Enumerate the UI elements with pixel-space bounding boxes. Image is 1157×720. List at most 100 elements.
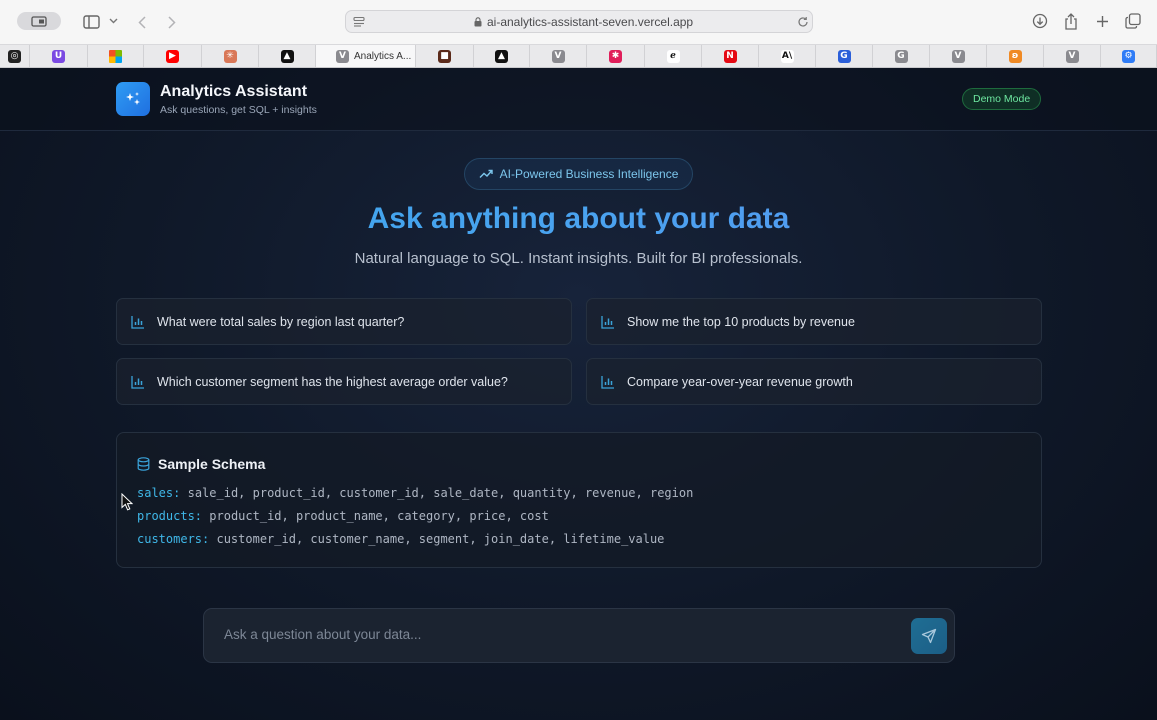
bar-chart-icon: [131, 315, 144, 329]
schema-table-name: sales:: [137, 486, 181, 500]
microsoft-icon: [109, 49, 122, 63]
browser-tab[interactable]: ✳: [202, 45, 259, 67]
suggested-question-1[interactable]: What were total sales by region last qua…: [116, 298, 572, 345]
suggested-question-4[interactable]: Compare year-over-year revenue growth: [586, 358, 1042, 405]
anthropic-icon: A\: [780, 49, 794, 63]
sample-schema-panel: Sample Schema sales: sale_id, product_id…: [116, 432, 1042, 568]
chevron-left-icon: [138, 15, 146, 29]
slack-icon: ✱: [609, 49, 622, 63]
browser-tab[interactable]: V: [1044, 45, 1101, 67]
sidebar-icon: [31, 15, 47, 27]
share-icon: [1065, 12, 1077, 30]
trending-up-icon: [479, 169, 493, 178]
app-title: Analytics Assistant: [160, 83, 308, 100]
app-icon: ■: [438, 49, 451, 63]
schema-columns: sale_id, product_id, customer_id, sale_d…: [187, 486, 694, 500]
suggested-question-2[interactable]: Show me the top 10 products by revenue: [586, 298, 1042, 345]
hero-subtitle: Natural language to SQL. Instant insight…: [354, 250, 803, 267]
hero-pill: AI-Powered Business Intelligence: [464, 158, 693, 190]
browser-tab[interactable]: ■: [416, 45, 474, 67]
browser-tab[interactable]: ⚙: [1101, 45, 1157, 67]
browser-tab[interactable]: ◎: [0, 45, 30, 67]
v-icon: V: [1065, 49, 1079, 63]
browser-tab[interactable]: G: [873, 45, 930, 67]
schema-row-products: products: product_id, product_name, cate…: [137, 509, 549, 523]
schema-table-name: products:: [137, 509, 203, 523]
hero-pill-label: AI-Powered Business Intelligence: [499, 167, 679, 181]
browser-toolbar: ai-analytics-assistant-seven.vercel.app: [0, 0, 1157, 44]
bar-chart-icon: [601, 315, 614, 329]
chat-composer: [203, 608, 955, 663]
v-icon: V: [951, 49, 965, 63]
suggested-question-label: What were total sales by region last qua…: [157, 314, 405, 329]
tab-overview-button[interactable]: [80, 12, 102, 32]
mouse-cursor-icon: [121, 493, 133, 511]
g-icon: G: [837, 49, 851, 63]
question-input[interactable]: [224, 627, 904, 642]
chevron-right-icon: [168, 15, 176, 29]
schema-columns: product_id, product_name, category, pric…: [209, 509, 549, 523]
download-icon: [1032, 13, 1048, 29]
browser-tab[interactable]: ʚ: [987, 45, 1044, 67]
suggested-question-label: Show me the top 10 products by revenue: [627, 314, 855, 329]
browser-tab[interactable]: ▶: [144, 45, 202, 67]
address-url: ai-analytics-assistant-seven.vercel.app: [487, 15, 694, 29]
lock-icon: [474, 17, 482, 27]
app-subtitle: Ask questions, get SQL + insights: [160, 104, 317, 116]
bar-chart-icon: [601, 375, 614, 389]
browser-tab-active[interactable]: V Analytics A...: [316, 45, 416, 67]
browser-tab[interactable]: ℯ: [645, 45, 702, 67]
forward-button[interactable]: [164, 12, 180, 32]
tabs-icon: [1125, 13, 1141, 29]
sidebar-toggle-button[interactable]: [17, 12, 61, 30]
chevron-down-icon: [109, 18, 117, 24]
v-icon: V: [336, 49, 349, 63]
sidebar-panel-icon: [82, 15, 100, 29]
schema-row-customers: customers: customer_id, customer_name, s…: [137, 532, 664, 546]
triangle-icon: ▲: [495, 49, 508, 63]
v-icon: V: [551, 49, 565, 63]
active-tab-title: Analytics A...: [354, 50, 412, 62]
browser-tab[interactable]: A\: [759, 45, 816, 67]
app-root: Analytics Assistant Ask questions, get S…: [0, 68, 1157, 720]
bar-chart-icon: [131, 375, 144, 389]
schema-table-name: customers:: [137, 532, 210, 546]
e-icon: ℯ: [666, 49, 680, 63]
tab-overview-grid-button[interactable]: [1124, 12, 1142, 30]
schema-header: Sample Schema: [137, 456, 265, 472]
reload-icon[interactable]: [797, 16, 809, 28]
page-menu-icon[interactable]: [353, 16, 365, 28]
address-bar[interactable]: ai-analytics-assistant-seven.vercel.app: [345, 10, 813, 33]
netflix-icon: N: [723, 49, 737, 63]
demo-mode-badge: Demo Mode: [962, 88, 1042, 110]
back-button[interactable]: [134, 12, 150, 32]
tab-group-menu[interactable]: [106, 14, 120, 28]
schema-title: Sample Schema: [158, 456, 266, 472]
browser-tab[interactable]: G: [816, 45, 873, 67]
send-button[interactable]: [911, 618, 947, 654]
triangle-icon: ▲: [280, 49, 294, 63]
browser-tab[interactable]: [88, 45, 144, 67]
share-button[interactable]: [1062, 11, 1080, 31]
browser-tab[interactable]: ▲: [259, 45, 316, 67]
browser-tab[interactable]: ✱: [587, 45, 645, 67]
browser-tab[interactable]: V: [530, 45, 587, 67]
suggested-question-3[interactable]: Which customer segment has the highest a…: [116, 358, 572, 405]
claude-icon: ✳: [223, 49, 237, 63]
new-tab-button[interactable]: [1093, 12, 1111, 30]
proton-icon: U: [52, 49, 65, 63]
sparkles-icon: [126, 92, 140, 105]
tab-strip: ◎ U ▶ ✳ ▲ V Analytics A... ■ ▲ V ✱ ℯ N A\ G G Vʚ V ⚙: [0, 44, 1157, 68]
browser-tab[interactable]: V: [930, 45, 987, 67]
orange-icon: ʚ: [1008, 49, 1022, 63]
downloads-button[interactable]: [1031, 12, 1049, 30]
browser-tab[interactable]: ▲: [474, 45, 530, 67]
plus-icon: [1096, 15, 1108, 27]
browser-tab[interactable]: N: [702, 45, 759, 67]
youtube-icon: ▶: [166, 49, 179, 63]
settings-icon: ⚙: [1122, 49, 1135, 63]
app-header: Analytics Assistant Ask questions, get S…: [0, 68, 1157, 131]
browser-tab[interactable]: U: [30, 45, 88, 67]
schema-row-sales: sales: sale_id, product_id, customer_id,…: [137, 486, 693, 500]
hero-title: Ask anything about your data: [0, 202, 1157, 236]
